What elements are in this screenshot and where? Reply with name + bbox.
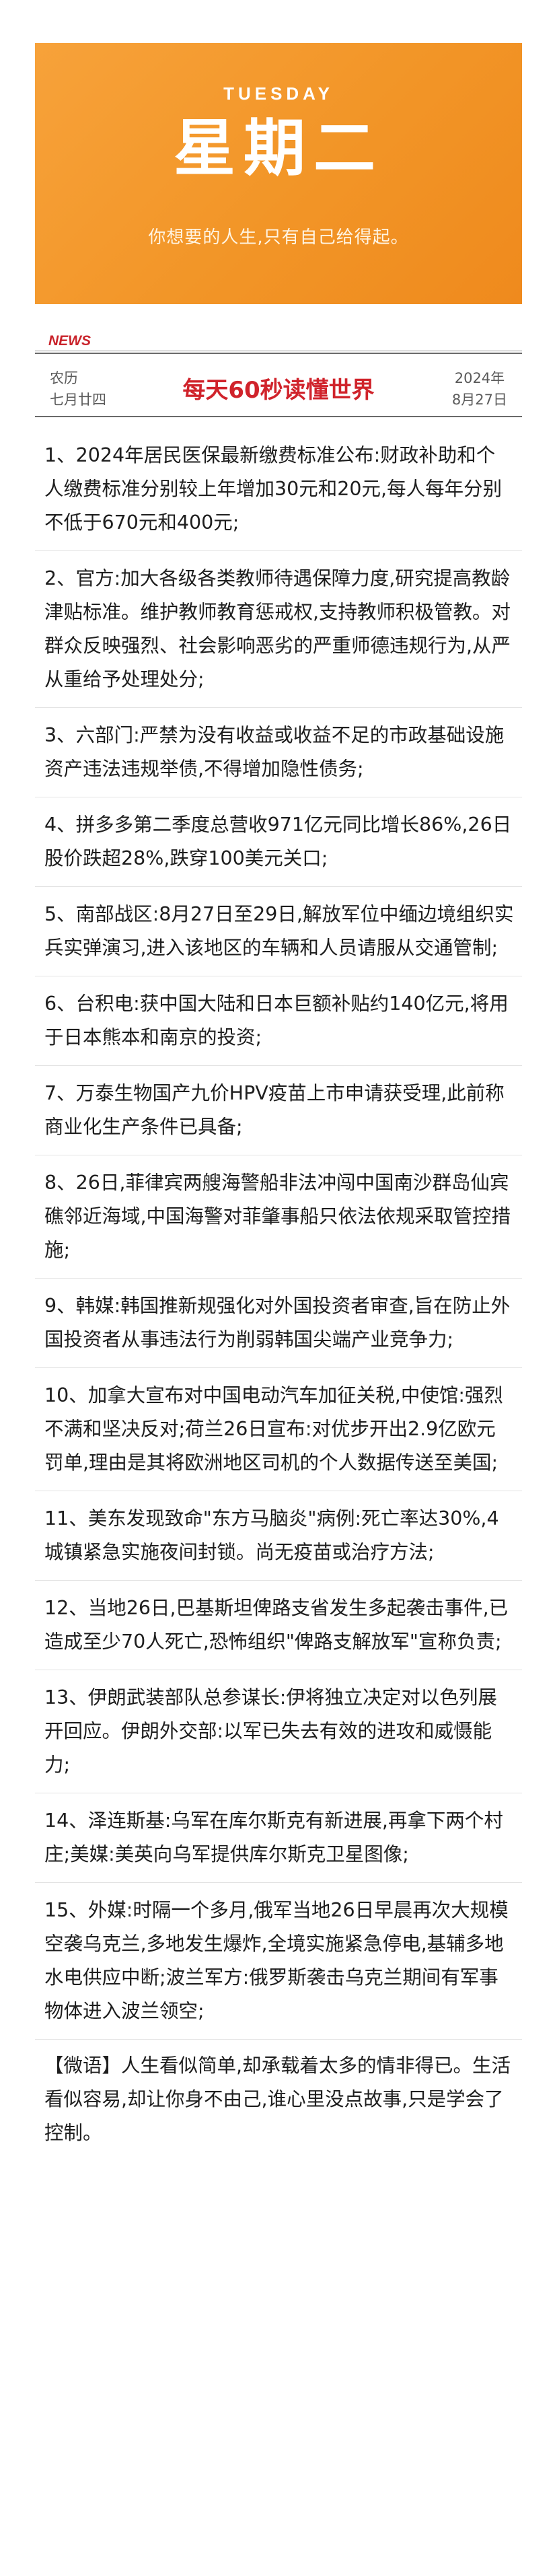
news-item: 13、伊朗武装部队总参谋长:伊将独立决定对以色列展开回应。伊朗外交部:以军已失去…	[44, 1686, 497, 1776]
gregorian-date-block: 2024年 8月27日	[452, 367, 507, 410]
weekday-chinese: 星期二	[173, 112, 383, 184]
news-header: 农历 七月廿四 每天60秒读懂世界 2024年 8月27日	[35, 354, 522, 416]
news-item: 2、官方:加大各级各类教师待遇保障力度,研究提高教龄津贴标准。维护教师教育惩戒权…	[44, 567, 511, 690]
daily-quote: 【微语】人生看似简单,却承载着太多的情非得已。生活看似容易,却让你身不由己,谁心…	[44, 2054, 511, 2144]
news-item: 4、拼多多第二季度总营收971亿元同比增长86%,26日股价跌超28%,跌穿10…	[44, 814, 512, 869]
page: TUESDAY 星期二 你想要的人生,只有自己给得起。 NEWS 农历 七月廿四…	[0, 0, 557, 2576]
date-year: 2024年	[454, 370, 505, 386]
news-item: 14、泽连斯基:乌军在库尔斯克有新进展,再拿下两个村庄;美媒:美英向乌军提供库尔…	[44, 1810, 503, 1865]
news-item: 12、当地26日,巴基斯坦俾路支省发生多起袭击事件,已造成至少70人死亡,恐怖组…	[44, 1597, 509, 1653]
news-item: 8、26日,菲律宾两艘海警船非法冲闯中国南沙群岛仙宾礁邻近海域,中国海警对菲肇事…	[44, 1172, 511, 1261]
news-item: 1、2024年居民医保最新缴费标准公布:财政补助和个人缴费标准分别较上年增加30…	[44, 444, 503, 534]
news-item: 10、加拿大宣布对中国电动汽车加征关税,中使馆:强烈不满和坚决反对;荷兰26日宣…	[44, 1384, 503, 1474]
news-bottom-rule	[35, 416, 522, 419]
news-item: 15、外媒:时隔一个多月,俄军当地26日早晨再次大规模空袭乌克兰,多地发生爆炸,…	[44, 1899, 509, 2022]
news-item: 6、台积电:获中国大陆和日本巨额补贴约140亿元,将用于日本熊本和南京的投资;	[44, 993, 509, 1048]
news-item: 11、美东发现致命"东方马脑炎"病例:死亡率达30%,4城镇紧急实施夜间封锁。尚…	[44, 1507, 499, 1563]
news-tag: NEWS	[35, 331, 522, 351]
banner-slogan: 你想要的人生,只有自己给得起。	[148, 227, 409, 248]
news-item: 7、万泰生物国产九价HPV疫苗上市申请获受理,此前称商业化生产条件已具备;	[44, 1082, 505, 1138]
news-item: 5、南部战区:8月27日至29日,解放军位中缅边境组织实兵实弹演习,进入该地区的…	[44, 903, 514, 959]
news-item: 9、韩媒:韩国推新规强化对外国投资者审查,旨在防止外国投资者从事违法行为削弱韩国…	[44, 1295, 511, 1351]
news-item: 3、六部门:严禁为没有收益或收益不足的市政基础设施资产违法违规举债,不得增加隐性…	[44, 724, 505, 780]
weekday-english: TUESDAY	[223, 83, 334, 104]
news-headline: 每天60秒读懂世界	[182, 377, 375, 404]
date-day: 8月27日	[451, 392, 507, 408]
weekday-banner: TUESDAY 星期二 你想要的人生,只有自己给得起。	[35, 43, 522, 304]
news-list: 1、2024年居民医保最新缴费标准公布:财政补助和个人缴费标准分别较上年增加30…	[35, 427, 522, 2150]
